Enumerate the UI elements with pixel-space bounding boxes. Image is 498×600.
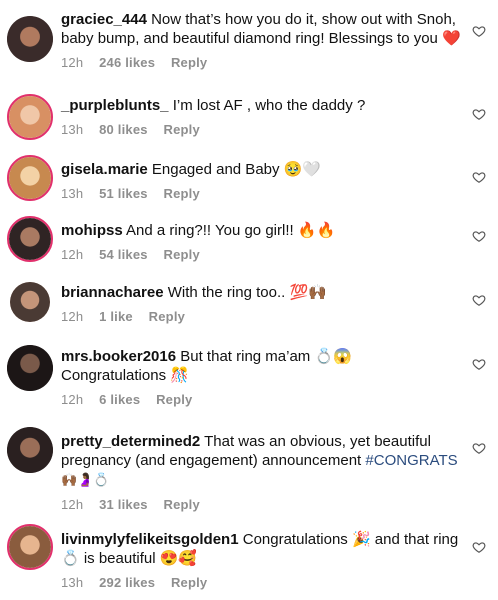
comment-username[interactable]: pretty_determined2 — [61, 433, 200, 450]
avatar[interactable] — [7, 427, 53, 473]
avatar[interactable] — [7, 345, 53, 391]
reply-button[interactable]: Reply — [164, 497, 200, 512]
comment-meta: 13h 80 likes Reply — [61, 120, 461, 139]
comment-time: 12h — [61, 497, 84, 512]
comment-likes[interactable]: 292 likes — [99, 575, 155, 590]
comment-time: 12h — [61, 55, 84, 70]
comment-meta: 12h 54 likes Reply — [61, 245, 461, 264]
heart-outline-icon[interactable] — [472, 293, 486, 307]
comment-text: Engaged and Baby 🥹🤍 — [151, 161, 322, 178]
comment-time: 12h — [61, 309, 84, 324]
comment-likes[interactable]: 6 likes — [99, 392, 140, 407]
comment-time: 12h — [61, 247, 84, 262]
comment-likes[interactable]: 80 likes — [99, 122, 148, 137]
comment-likes[interactable]: 54 likes — [99, 247, 148, 262]
heart-outline-icon[interactable] — [472, 107, 486, 121]
comment-time: 13h — [61, 186, 84, 201]
reply-button[interactable]: Reply — [164, 122, 200, 137]
avatar[interactable] — [7, 155, 53, 201]
avatar[interactable] — [7, 216, 53, 262]
comment-meta: 12h 31 likes Reply — [61, 495, 461, 514]
reply-button[interactable]: Reply — [164, 247, 200, 262]
comment-meta: 13h 292 likes Reply — [61, 573, 461, 592]
comment-likes[interactable]: 31 likes — [99, 497, 148, 512]
comment-time: 13h — [61, 122, 84, 137]
heart-outline-icon[interactable] — [472, 540, 486, 554]
comment-text: I’m lost AF , who the daddy ? — [172, 97, 366, 114]
comment-meta: 12h 246 likes Reply — [61, 53, 461, 72]
comment-username[interactable]: briannacharee — [61, 284, 164, 301]
heart-outline-icon[interactable] — [472, 170, 486, 184]
comment-username[interactable]: gisela.marie — [61, 161, 148, 178]
heart-outline-icon[interactable] — [472, 229, 486, 243]
comment-meta: 12h 6 likes Reply — [61, 390, 461, 409]
comment-content: mohipss And a ring?!! You go girl!! 🔥🔥 1… — [61, 221, 461, 264]
avatar[interactable] — [7, 16, 53, 62]
comment-likes[interactable]: 1 like — [99, 309, 133, 324]
comment-username[interactable]: graciec_444 — [61, 11, 147, 28]
comment-username[interactable]: mrs.booker2016 — [61, 348, 176, 365]
comment-username[interactable]: mohipss — [61, 222, 123, 239]
reply-button[interactable]: Reply — [156, 392, 192, 407]
comment-username[interactable]: _purpleblunts_ — [61, 97, 169, 114]
reply-button[interactable]: Reply — [171, 55, 207, 70]
heart-outline-icon[interactable] — [472, 24, 486, 38]
comment-content: mrs.booker2016 But that ring ma’am 💍😱 Co… — [61, 347, 461, 409]
comment-username[interactable]: livinmylyfelikeitsgolden1 — [61, 531, 239, 548]
comment-content: livinmylyfelikeitsgolden1 Congratulation… — [61, 530, 461, 592]
comment-content: graciec_444 Now that’s how you do it, sh… — [61, 10, 461, 72]
comment-likes[interactable]: 246 likes — [99, 55, 155, 70]
comment-emoji: 🙌🏾🤰🏾💍 — [61, 473, 110, 488]
heart-outline-icon[interactable] — [472, 357, 486, 371]
avatar[interactable] — [10, 282, 50, 322]
comment-text: With the ring too.. 💯🙌🏾 — [167, 284, 327, 301]
reply-button[interactable]: Reply — [164, 186, 200, 201]
comment-content: briannacharee With the ring too.. 💯🙌🏾 12… — [61, 283, 461, 326]
avatar[interactable] — [7, 524, 53, 570]
comment-content: pretty_determined2 That was an obvious, … — [61, 432, 461, 514]
heart-outline-icon[interactable] — [472, 441, 486, 455]
reply-button[interactable]: Reply — [149, 309, 185, 324]
comment-text: And a ring?!! You go girl!! 🔥🔥 — [126, 222, 336, 239]
comment-content: _purpleblunts_ I’m lost AF , who the dad… — [61, 96, 461, 139]
comment-time: 13h — [61, 575, 84, 590]
comment-likes[interactable]: 51 likes — [99, 186, 148, 201]
hashtag-link[interactable]: #CONGRATS — [365, 452, 457, 469]
reply-button[interactable]: Reply — [171, 575, 207, 590]
comment-content: gisela.marie Engaged and Baby 🥹🤍 13h 51 … — [61, 160, 461, 203]
comment-meta: 12h 1 like Reply — [61, 307, 461, 326]
comment-time: 12h — [61, 392, 84, 407]
avatar[interactable] — [7, 94, 53, 140]
comment-meta: 13h 51 likes Reply — [61, 184, 461, 203]
